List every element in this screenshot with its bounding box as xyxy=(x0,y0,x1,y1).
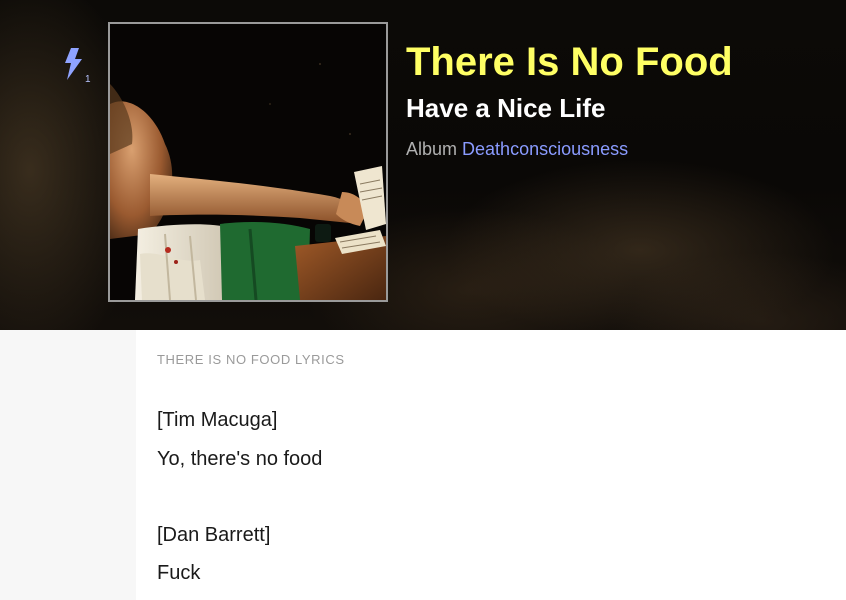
artist-name[interactable]: Have a Nice Life xyxy=(406,92,605,124)
lyric-line[interactable]: Fuck xyxy=(157,561,200,585)
lightning-bolt-icon xyxy=(65,48,82,80)
lyric-line[interactable]: Yo, there's no food xyxy=(157,447,322,471)
album-line: Album Deathconsciousness xyxy=(406,138,628,160)
lyrics-section: THERE IS NO FOOD LYRICS [Tim Macuga] Yo,… xyxy=(136,330,846,600)
lyric-line[interactable]: [Tim Macuga] xyxy=(157,408,277,432)
album-link[interactable]: Deathconsciousness xyxy=(462,139,628,159)
song-header: 1 There Is No Food Have a Nice Life Albu… xyxy=(0,0,846,330)
lyrics-heading: THERE IS NO FOOD LYRICS xyxy=(157,352,345,367)
album-label: Album xyxy=(406,139,458,159)
iq-badge[interactable]: 1 xyxy=(62,46,98,90)
album-cover[interactable] xyxy=(108,22,388,302)
song-title: There Is No Food xyxy=(406,40,733,84)
left-gutter xyxy=(0,330,136,600)
iq-count: 1 xyxy=(85,74,91,85)
album-cover-painting xyxy=(110,24,386,300)
lyric-line[interactable]: [Dan Barrett] xyxy=(157,523,270,547)
